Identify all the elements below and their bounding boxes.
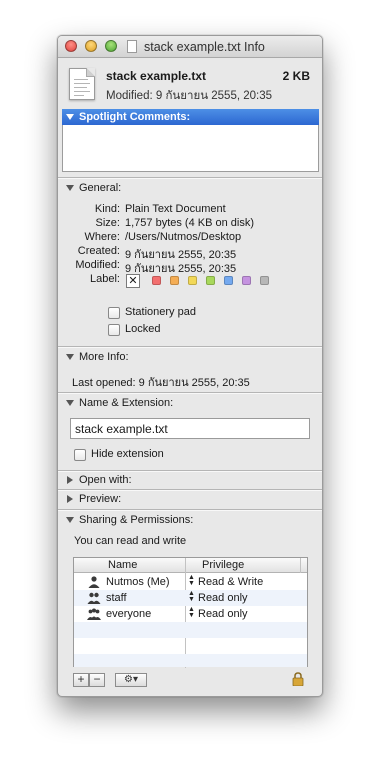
divider (58, 392, 322, 393)
size-row: Size: 1,757 bytes (4 KB on disk) (58, 217, 322, 231)
document-proxy-icon[interactable] (127, 40, 137, 53)
permissions-table: Name Privilege Nutmos (Me) ▲ ▼ Read & Wri… (73, 557, 308, 668)
general-section-header[interactable]: General: (66, 182, 121, 194)
spotlight-comments-header[interactable]: Spotlight Comments: (62, 109, 319, 125)
disclosure-triangle-icon[interactable] (66, 114, 74, 121)
divider (58, 470, 322, 471)
table-row[interactable]: Nutmos (Me) ▲ ▼ Read & Write (74, 574, 307, 590)
privilege-value[interactable]: Read & Write (198, 576, 263, 588)
preview-title: Preview: (79, 493, 122, 505)
privilege-stepper-icon[interactable]: ▲ ▼ (188, 590, 195, 603)
user-name: staff (106, 592, 127, 604)
label-none-swatch[interactable]: ✕ (126, 274, 140, 288)
everyone-icon (87, 608, 101, 620)
modified-row: Modified: 9 กันยายน 2555, 20:35 (58, 259, 322, 275)
where-row: Where: /Users/Nutmos/Desktop (58, 231, 322, 245)
file-header: stack example.txt 2 KB Modified: 9 กันยา… (58, 59, 322, 111)
file-name: stack example.txt (106, 69, 207, 83)
stationery-pad-label: Stationery pad (125, 306, 196, 318)
hide-extension-checkbox[interactable] (74, 449, 86, 461)
divider (58, 489, 322, 490)
file-name-input[interactable]: stack example.txt (70, 418, 310, 439)
disclosure-triangle-icon[interactable] (67, 476, 73, 485)
hide-extension-label: Hide extension (91, 448, 164, 460)
where-value: /Users/Nutmos/Desktop (125, 231, 242, 243)
kind-label: Kind: (94, 203, 120, 215)
sharing-title: Sharing & Permissions: (79, 514, 194, 526)
privilege-stepper-icon[interactable]: ▲ ▼ (188, 574, 195, 587)
table-row-empty (74, 622, 307, 638)
remove-user-button[interactable]: − (89, 673, 105, 687)
sharing-section-header[interactable]: Sharing & Permissions: (66, 514, 193, 526)
file-modified-date: Modified: 9 กันยายน 2555, 20:35 (106, 90, 273, 102)
table-row-empty (74, 654, 307, 667)
divider (58, 509, 322, 510)
disclosure-triangle-icon[interactable] (67, 495, 73, 504)
disclosure-triangle-icon[interactable] (66, 517, 74, 524)
user-name: Nutmos (Me) (106, 576, 170, 588)
label-label: Label: (90, 273, 120, 285)
sharing-summary: You can read and write (74, 535, 187, 547)
created-label: Created: (77, 245, 120, 257)
label-blue-swatch[interactable] (224, 276, 233, 285)
spotlight-comments-title: Spotlight Comments: (79, 111, 191, 123)
label-green-swatch[interactable] (206, 276, 215, 285)
disclosure-triangle-icon[interactable] (66, 400, 74, 407)
user-name: everyone (106, 608, 152, 620)
zoom-button[interactable] (105, 40, 117, 52)
column-header-name[interactable]: Name (108, 559, 137, 571)
column-divider (300, 558, 301, 573)
spotlight-comments-field[interactable] (62, 125, 319, 172)
label-purple-swatch[interactable] (242, 276, 251, 285)
window-title: stack example.txt Info (144, 40, 265, 54)
info-window: stack example.txt Info stack example.txt… (57, 35, 323, 697)
where-label: Where: (84, 231, 120, 243)
kind-value: Plain Text Document (125, 203, 226, 215)
label-gray-swatch[interactable] (260, 276, 269, 285)
created-row: Created: 9 กันยายน 2555, 20:35 (58, 245, 322, 261)
divider (58, 177, 322, 178)
table-header: Name Privilege (74, 558, 307, 573)
action-menu-button[interactable]: ⚙▾ (115, 673, 147, 687)
size-value: 1,757 bytes (4 KB on disk) (125, 217, 255, 229)
general-title: General: (79, 182, 122, 194)
single-user-icon (88, 576, 100, 588)
open-with-section-header[interactable]: Open with: (66, 474, 132, 486)
title-bar[interactable]: stack example.txt Info (58, 36, 322, 58)
table-row-empty (74, 638, 307, 654)
modified-label: Modified: (75, 259, 120, 271)
privilege-value[interactable]: Read only (198, 592, 248, 604)
lock-icon[interactable] (292, 672, 304, 686)
column-header-privilege[interactable]: Privilege (202, 559, 244, 571)
kind-row: Kind: Plain Text Document (58, 203, 322, 217)
size-label: Size: (95, 217, 120, 229)
divider (58, 346, 322, 347)
close-button[interactable] (65, 40, 77, 52)
preview-section-header[interactable]: Preview: (66, 493, 121, 505)
locked-label: Locked (125, 323, 161, 335)
label-orange-swatch[interactable] (170, 276, 179, 285)
table-row[interactable]: staff ▲ ▼ Read only (74, 590, 307, 606)
label-red-swatch[interactable] (152, 276, 161, 285)
disclosure-triangle-icon[interactable] (66, 185, 74, 192)
more-info-title: More Info: (79, 351, 129, 363)
disclosure-triangle-icon[interactable] (66, 354, 74, 361)
privilege-stepper-icon[interactable]: ▲ ▼ (188, 606, 195, 619)
text-document-icon (69, 68, 95, 100)
open-with-title: Open with: (79, 474, 132, 486)
table-row[interactable]: everyone ▲ ▼ Read only (74, 606, 307, 622)
label-yellow-swatch[interactable] (188, 276, 197, 285)
locked-checkbox[interactable] (108, 324, 120, 336)
file-size: 2 KB (282, 69, 310, 83)
name-extension-section-header[interactable]: Name & Extension: (66, 397, 173, 409)
privilege-value[interactable]: Read only (198, 608, 248, 620)
stationery-pad-checkbox[interactable] (108, 307, 120, 319)
group-icon (87, 592, 101, 604)
minimize-button[interactable] (85, 40, 97, 52)
more-info-section-header[interactable]: More Info: (66, 351, 129, 363)
last-opened-text: Last opened: 9 กันยายน 2555, 20:35 (72, 377, 250, 389)
add-user-button[interactable]: + (73, 673, 89, 687)
name-extension-title: Name & Extension: (79, 397, 174, 409)
